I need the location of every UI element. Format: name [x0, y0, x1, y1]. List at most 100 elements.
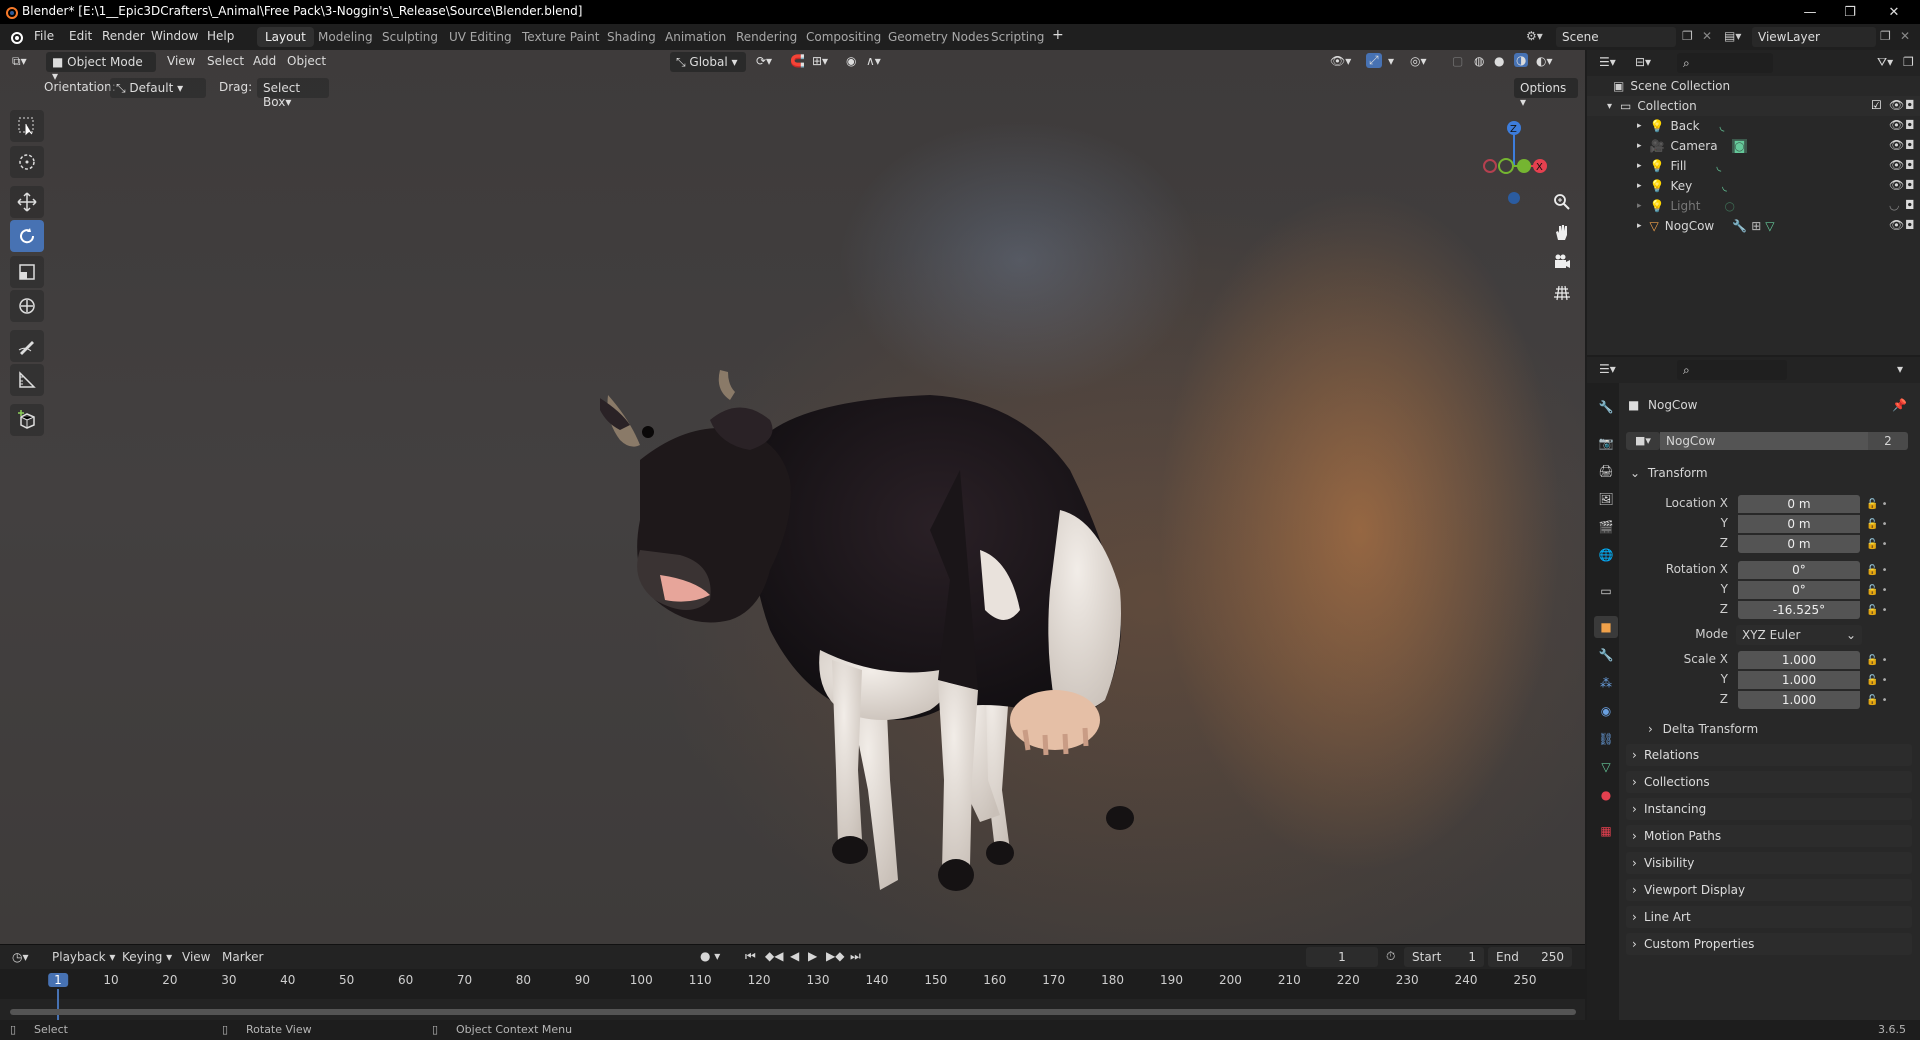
annotate-tool[interactable] — [10, 330, 44, 362]
playhead[interactable] — [57, 989, 59, 1023]
scene-tab-icon[interactable]: 🎬 — [1594, 516, 1618, 538]
outliner-item-key[interactable]: ▸ 💡 Key ◟ 👁 ◘ — [1587, 176, 1920, 196]
transform-tool[interactable] — [10, 290, 44, 322]
modifiers-tab-icon[interactable]: 🔧 — [1594, 644, 1618, 666]
collapse-arrow-icon[interactable]: ▾ — [1607, 101, 1612, 112]
camera-render-icon[interactable]: ◘ — [1905, 198, 1915, 212]
add-cube-tool[interactable] — [10, 404, 44, 436]
camera-render-icon[interactable]: ◘ — [1905, 218, 1915, 232]
lock-icon[interactable]: 🔓 • — [1866, 561, 1900, 581]
exclude-checkbox-icon[interactable]: ☑ — [1871, 98, 1882, 112]
ortho-grid-icon[interactable] — [1548, 278, 1576, 306]
tab-compositing[interactable]: Compositing — [798, 27, 889, 47]
new-collection-icon[interactable]: ❐ — [1903, 55, 1914, 69]
pan-hand-icon[interactable] — [1548, 218, 1576, 246]
eye-closed-icon[interactable]: ◡ — [1889, 198, 1899, 212]
camera-render-icon[interactable]: ◘ — [1905, 118, 1915, 132]
lock-icon[interactable]: 🔓 • — [1866, 651, 1900, 671]
menu-object[interactable]: Object — [287, 54, 326, 68]
user-count-badge[interactable]: 2 — [1868, 432, 1908, 450]
menu-select[interactable]: Select — [207, 54, 244, 68]
filter-icon[interactable]: ⛛▾ — [1877, 55, 1893, 70]
object-name-field[interactable]: NogCow — [1660, 432, 1868, 450]
tab-layout[interactable]: Layout — [257, 27, 314, 47]
tab-modeling[interactable]: Modeling — [310, 27, 381, 47]
tab-animation[interactable]: Animation — [657, 27, 734, 47]
camera-render-icon[interactable]: ◘ — [1905, 98, 1915, 112]
object-tab-icon[interactable]: ■ — [1594, 616, 1618, 638]
gizmo-neg-x-axis[interactable] — [1483, 159, 1497, 173]
rotation-z-field[interactable]: -16.525° — [1738, 601, 1860, 619]
tool-tab-icon[interactable]: 🔧 — [1594, 396, 1618, 418]
eye-icon[interactable]: 👁 — [1889, 158, 1904, 172]
minimize-button[interactable]: — — [1790, 2, 1830, 22]
tab-uv-editing[interactable]: UV Editing — [441, 27, 520, 47]
panel-motion-paths[interactable]: › Motion Paths — [1626, 825, 1912, 847]
start-frame-field[interactable]: Start 1 — [1404, 947, 1484, 967]
outliner-item-light[interactable]: ▸ 💡 Light ○ ◡ ◘ — [1587, 196, 1920, 216]
properties-options-icon[interactable]: ▾ — [1897, 362, 1903, 376]
panel-custom-properties[interactable]: › Custom Properties — [1626, 933, 1912, 955]
pin-icon[interactable]: 📌 — [1892, 398, 1907, 412]
overlay-toggle-icon[interactable]: ◎▾ — [1410, 54, 1427, 68]
expand-arrow-icon[interactable]: ▸ — [1637, 121, 1642, 131]
world-tab-icon[interactable]: 🌐 — [1594, 544, 1618, 566]
tab-texture-paint[interactable]: Texture Paint — [514, 27, 607, 47]
new-viewlayer-icon[interactable]: ❐ — [1880, 29, 1891, 43]
play-reverse-icon[interactable]: ◀ — [790, 949, 799, 963]
tab-rendering[interactable]: Rendering — [728, 27, 805, 47]
select-box-tool[interactable] — [10, 110, 44, 142]
menu-file[interactable]: File — [34, 29, 54, 43]
options-button[interactable]: Options ▾ — [1514, 78, 1578, 109]
menu-edit[interactable]: Edit — [69, 29, 92, 43]
keying-menu[interactable]: Keying ▾ — [122, 950, 172, 964]
view-layer-tab-icon[interactable]: 🖼 — [1594, 488, 1618, 510]
properties-search-input[interactable]: ⌕ — [1677, 360, 1787, 380]
delete-scene-icon[interactable]: ✕ — [1702, 29, 1712, 43]
end-frame-field[interactable]: End 250 — [1488, 947, 1572, 967]
xray-toggle-icon[interactable]: ▢ — [1452, 54, 1463, 68]
outliner-collection[interactable]: ▾ ▭ Collection ☑ 👁 ◘ — [1587, 96, 1920, 116]
cursor-tool[interactable] — [10, 146, 44, 178]
location-x-field[interactable]: 0 m — [1738, 495, 1860, 513]
snap-target-icon[interactable]: ⊞▾ — [812, 54, 828, 68]
output-tab-icon[interactable]: 🖨 — [1594, 460, 1618, 482]
panel-viewport-display[interactable]: › Viewport Display — [1626, 879, 1912, 901]
add-workspace-icon[interactable]: + — [1052, 27, 1064, 43]
outliner-item-nogcow[interactable]: ▸ ▽ NogCow 🔧 ⊞ ▽ 👁 ◘ — [1587, 216, 1920, 236]
eye-icon[interactable]: 👁 — [1889, 118, 1904, 132]
measure-tool[interactable] — [10, 364, 44, 396]
particles-tab-icon[interactable]: ⁂ — [1594, 672, 1618, 694]
rotate-tool[interactable] — [10, 220, 44, 252]
scale-y-field[interactable]: 1.000 — [1738, 671, 1860, 689]
transform-panel-header[interactable]: ⌄ Transform — [1626, 462, 1912, 484]
outliner-item-camera[interactable]: ▸ 🎥 Camera ◙ 👁 ◘ — [1587, 136, 1920, 156]
gizmo-neg-z-axis[interactable] — [1508, 192, 1520, 204]
expand-arrow-icon[interactable]: ▸ — [1637, 221, 1642, 231]
wireframe-shading-icon[interactable]: ◍ — [1474, 54, 1484, 68]
marker-menu[interactable]: Marker — [222, 950, 263, 964]
object-browse-button[interactable]: ■▾ — [1626, 432, 1660, 450]
jump-keyframe-back-icon[interactable]: ◆◀ — [765, 949, 783, 963]
tab-sculpting[interactable]: Sculpting — [374, 27, 446, 47]
rotation-y-field[interactable]: 0° — [1738, 581, 1860, 599]
location-y-field[interactable]: 0 m — [1738, 515, 1860, 533]
blender-menu-icon[interactable] — [8, 29, 24, 45]
panel-visibility[interactable]: › Visibility — [1626, 852, 1912, 874]
expand-arrow-icon[interactable]: ▸ — [1637, 201, 1642, 211]
solid-shading-icon[interactable]: ● — [1494, 54, 1504, 68]
auto-keying-icon[interactable]: ● ▾ — [700, 949, 720, 963]
scale-z-field[interactable]: 1.000 — [1738, 691, 1860, 709]
timeline-view-menu[interactable]: View — [182, 950, 210, 964]
lock-icon[interactable]: 🔓 • — [1866, 535, 1900, 555]
physics-tab-icon[interactable]: ◉ — [1594, 700, 1618, 722]
eye-icon[interactable]: 👁 — [1889, 98, 1904, 112]
playback-menu[interactable]: Playback ▾ — [52, 950, 115, 964]
rotation-mode-dropdown[interactable]: XYZ Euler ⌄ — [1736, 625, 1862, 645]
camera-view-icon[interactable] — [1548, 248, 1576, 276]
location-z-field[interactable]: 0 m — [1738, 535, 1860, 553]
lock-icon[interactable]: 🔓 • — [1866, 601, 1900, 621]
lock-icon[interactable]: 🔓 • — [1866, 691, 1900, 711]
constraints-tab-icon[interactable]: ⛓ — [1594, 728, 1618, 750]
gizmo-neg-y-axis[interactable] — [1498, 158, 1514, 174]
